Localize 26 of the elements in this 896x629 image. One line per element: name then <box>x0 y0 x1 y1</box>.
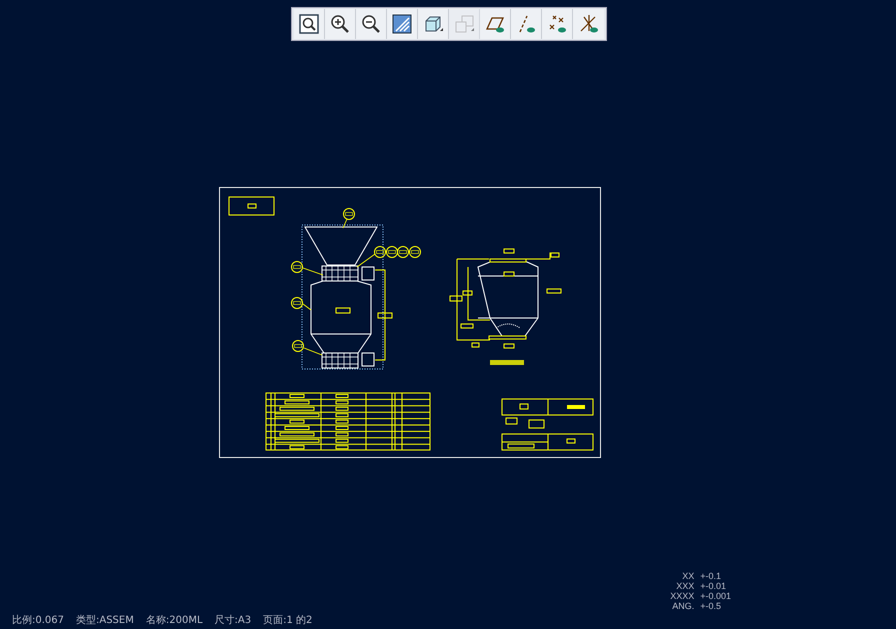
status-text: 尺寸:A3 <box>214 615 252 627</box>
tolerance-label: XXX <box>675 581 694 591</box>
tolerance-label: XX <box>681 571 694 581</box>
tolerance-value: +-0.5 <box>700 601 722 611</box>
zoom-out-icon <box>360 13 382 35</box>
toolbar-button[interactable] <box>387 9 418 39</box>
zoom-in-icon <box>329 13 351 35</box>
toolbar-button[interactable] <box>542 9 573 39</box>
toolbar-button[interactable] <box>325 9 356 39</box>
status-text: 名称:200ML <box>146 615 203 627</box>
tolerance-label: ANG. <box>671 601 694 611</box>
tolerance-value: +-0.001 <box>700 591 731 601</box>
zoom-window-icon <box>298 13 320 35</box>
status-text: 类型:ASSEM <box>76 615 134 627</box>
toolbar-button[interactable] <box>294 9 325 39</box>
tolerance-value: +-0.1 <box>700 571 722 581</box>
status-text: 页面:1 的2 <box>263 615 312 627</box>
toolbar-button[interactable] <box>480 9 511 39</box>
label-box-drawing <box>228 196 274 216</box>
repaint-icon <box>391 13 413 35</box>
tolerance-label: XXXX <box>670 591 694 601</box>
toolbar-button[interactable] <box>573 9 604 39</box>
toolbar-button[interactable] <box>356 9 387 39</box>
status-text: 比例:0.067 <box>12 615 64 627</box>
toolbar-button[interactable] <box>418 9 449 39</box>
tolerance-value: +-0.01 <box>700 581 727 591</box>
